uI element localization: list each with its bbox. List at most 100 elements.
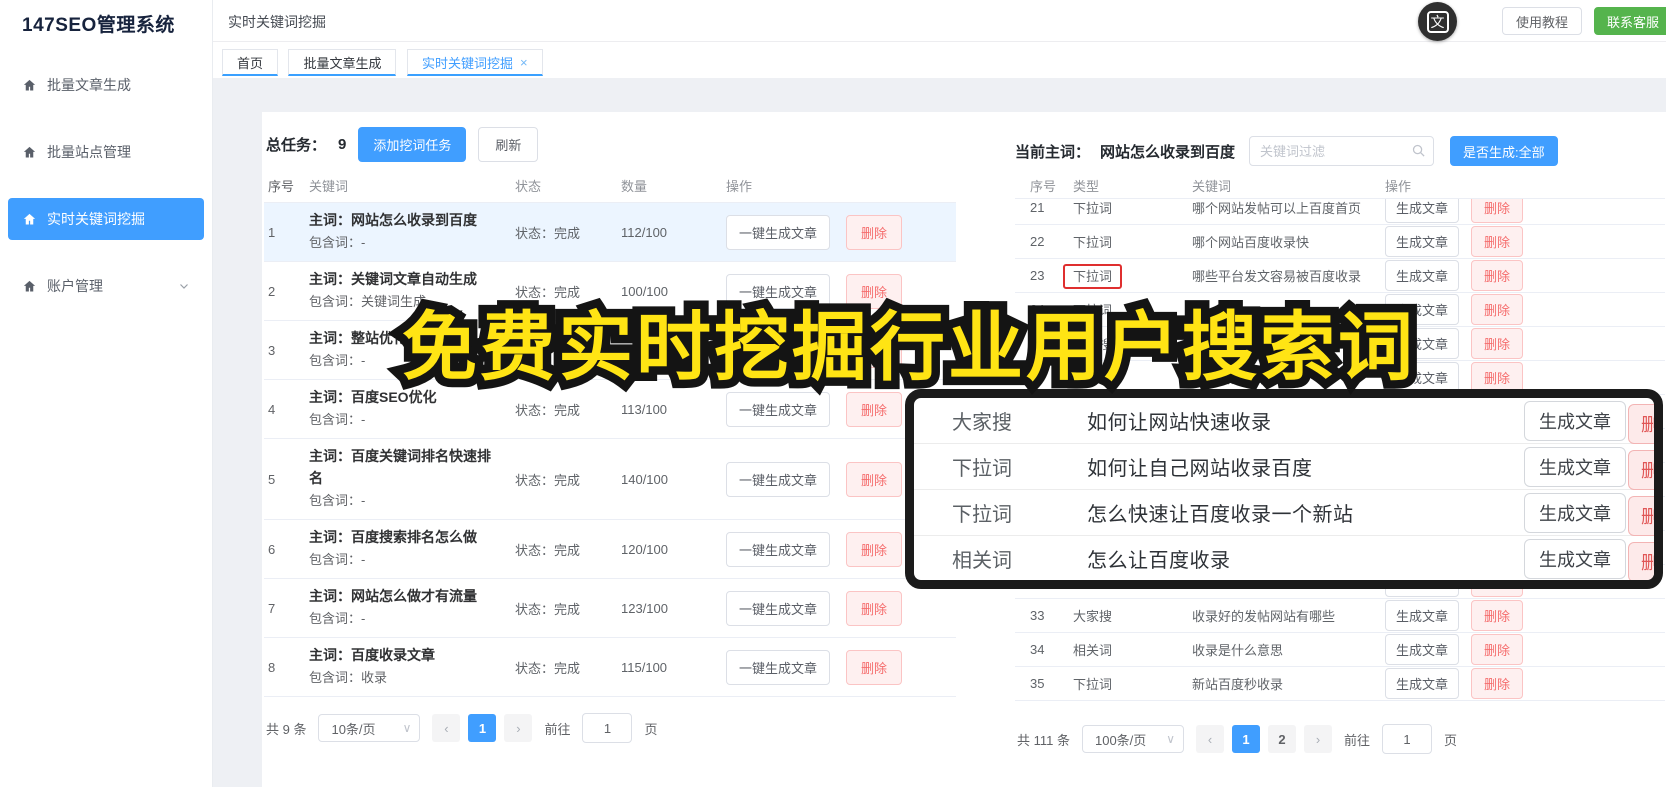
delete-button[interactable]: 删除 (1628, 542, 1654, 580)
sidebar-item-realtime-keyword[interactable]: 实时关键词挖掘 (8, 198, 204, 240)
generate-article-button[interactable]: 生成文章 (1385, 294, 1460, 325)
home-icon (23, 280, 36, 291)
generate-article-button[interactable]: 生成文章 (1524, 492, 1626, 533)
task-actions: 一键生成文章 删除 (726, 649, 956, 685)
delete-button[interactable]: 删除 (1471, 634, 1524, 665)
delete-button[interactable]: 删除 (846, 590, 903, 626)
task-include-words: 包含词：- (309, 412, 366, 427)
delete-button[interactable]: 删除 (846, 649, 903, 685)
add-task-button[interactable]: 添加挖词任务 (358, 126, 467, 162)
generate-articles-button[interactable]: 一键生成文章 (726, 590, 831, 626)
tutorial-button[interactable]: 使用教程 (1502, 7, 1583, 35)
task-row[interactable]: 5 主词：百度关键词排名快速排名 包含词：- 状态：完成 140/100 一键生… (264, 439, 956, 520)
delete-button[interactable]: 删除 (1628, 404, 1654, 444)
delete-button[interactable]: 删除 (846, 461, 903, 497)
prev-page-button[interactable]: ‹ (432, 714, 461, 742)
keyword-type: 相关词 (1073, 643, 1113, 658)
generate-article-button[interactable]: 生成文章 (1524, 400, 1626, 441)
generate-article-button[interactable]: 生成文章 (1385, 260, 1460, 291)
tab-home[interactable]: 首页 (222, 49, 279, 76)
task-row[interactable]: 6 主词：百度搜索排名怎么做 包含词：- 状态：完成 120/100 一键生成文… (264, 520, 956, 579)
tasks-page-size-select[interactable]: 10条/页 ∨ (318, 714, 421, 742)
text-watermark-float-icon[interactable]: 文 (1418, 2, 1457, 41)
keyword-actions: 生成文章 删除 (1385, 199, 1665, 223)
generate-articles-button[interactable]: 一键生成文章 (726, 461, 831, 497)
task-index: 1 (268, 224, 276, 240)
task-main-word: 主词：百度搜索排名怎么做 (309, 529, 477, 545)
keyword-filter-input[interactable] (1249, 136, 1435, 166)
delete-button[interactable]: 删除 (1628, 450, 1654, 490)
delete-button[interactable]: 删除 (846, 531, 903, 567)
task-quantity: 100/100 (621, 283, 668, 299)
magnified-keyword-row: 大家搜 如何让网站快速收录 生成文章 删除 (914, 398, 1654, 444)
keyword-type: 下拉词 (1073, 201, 1113, 216)
delete-button[interactable]: 删除 (1471, 668, 1524, 699)
delete-button[interactable]: 删除 (1471, 328, 1524, 359)
task-main-word: 主词：百度关键词排名快速排名 (309, 448, 491, 486)
generate-article-button[interactable]: 生成文章 (1524, 446, 1626, 487)
tab-batch-article[interactable]: 批量文章生成 (288, 49, 397, 76)
generate-articles-button[interactable]: 一键生成文章 (726, 531, 831, 567)
keyword-row: 22 下拉词 哪个网站百度收录快 生成文章 删除 (1015, 225, 1665, 259)
task-keyword-cell: 主词：整站优化 包含词：- (309, 327, 515, 373)
task-row[interactable]: 2 主词：关键词文章自动生成 包含词：关键词生成 状态：完成 100/100 一… (264, 262, 956, 321)
task-main-word: 主词：网站怎么做才有流量 (309, 588, 477, 604)
task-row[interactable]: 4 主词：百度SEO优化 包含词：- 状态：完成 113/100 一键生成文章 … (264, 380, 956, 439)
keyword-text: 怎么让百度收录 (1087, 550, 1231, 572)
delete-button[interactable]: 删除 (1471, 226, 1524, 257)
generate-article-button[interactable]: 生成文章 (1385, 199, 1460, 223)
generate-articles-button[interactable]: 一键生成文章 (726, 332, 831, 368)
page-number-button[interactable]: 2 (1267, 725, 1296, 753)
sidebar-item-account[interactable]: 账户管理 (8, 265, 204, 307)
page-number-button[interactable]: 1 (468, 714, 497, 742)
delete-button[interactable]: 删除 (1471, 199, 1524, 223)
prev-page-button[interactable]: ‹ (1195, 725, 1224, 753)
delete-button[interactable]: 删除 (1628, 496, 1654, 536)
generate-article-button[interactable]: 生成文章 (1385, 328, 1460, 359)
delete-button[interactable]: 删除 (1471, 600, 1524, 631)
delete-button[interactable]: 删除 (1471, 260, 1524, 291)
refresh-button[interactable]: 刷新 (478, 126, 539, 162)
close-icon[interactable]: × (520, 56, 528, 69)
next-page-button[interactable]: › (1303, 725, 1332, 753)
task-quantity: 112/100 (621, 224, 668, 240)
tab-realtime-keyword[interactable]: 实时关键词挖掘 × (406, 49, 543, 76)
generate-articles-button[interactable]: 一键生成文章 (726, 273, 831, 309)
generate-article-button[interactable]: 生成文章 (1524, 538, 1626, 579)
generate-article-button[interactable]: 生成文章 (1385, 226, 1460, 257)
sidebar-item-batch-site[interactable]: 批量站点管理 (8, 131, 204, 173)
goto-page-input[interactable] (1382, 724, 1432, 754)
delete-button[interactable]: 删除 (846, 332, 903, 368)
task-include-words: 包含词：- (309, 552, 366, 567)
next-page-button[interactable]: › (504, 714, 533, 742)
keyword-text: 哪个网站百度收录快 (1192, 235, 1310, 250)
keyword-actions: 生成文章 删除 (1385, 226, 1665, 257)
goto-page-input[interactable] (582, 713, 633, 743)
task-row[interactable]: 3 主词：整站优化 包含词：- 状态：完成 一键生成文章 删除 (264, 321, 956, 380)
sidebar-item-batch-article[interactable]: 批量文章生成 (8, 64, 204, 106)
generate-articles-button[interactable]: 一键生成文章 (726, 391, 831, 427)
task-row[interactable]: 1 主词：网站怎么收录到百度 包含词：- 状态：完成 112/100 一键生成文… (264, 203, 956, 262)
goto-label: 前往 (1343, 732, 1370, 748)
total-tasks-value: 9 (338, 135, 347, 153)
generate-all-button[interactable]: 是否生成:全部 (1450, 136, 1558, 166)
generate-article-button[interactable]: 生成文章 (1385, 634, 1460, 665)
task-row[interactable]: 7 主词：网站怎么做才有流量 包含词：- 状态：完成 123/100 一键生成文… (264, 579, 956, 638)
delete-button[interactable]: 删除 (846, 391, 903, 427)
keyword-index: 34 (1030, 642, 1045, 657)
generate-article-button[interactable]: 生成文章 (1385, 668, 1460, 699)
generate-article-button[interactable]: 生成文章 (1385, 600, 1460, 631)
tasks-pagination: 共 9 条 10条/页 ∨ ‹ 1 › 前往 页 (264, 713, 956, 743)
keywords-page-size-select[interactable]: 100条/页 ∨ (1081, 725, 1184, 753)
page-number-button[interactable]: 1 (1231, 725, 1260, 753)
generate-articles-button[interactable]: 一键生成文章 (726, 214, 831, 250)
generate-articles-button[interactable]: 一键生成文章 (726, 649, 831, 685)
magnified-keyword-row: 相关词 怎么让百度收录 生成文章 删除 (914, 536, 1654, 580)
keyword-row: 34 相关词 收录是什么意思 生成文章 删除 (1015, 633, 1665, 667)
task-row[interactable]: 8 主词：百度收录文章 包含词：收录 状态：完成 115/100 一键生成文章 … (264, 638, 956, 697)
col-keyword: 关键词 (309, 178, 349, 194)
delete-button[interactable]: 删除 (846, 273, 903, 309)
contact-button[interactable]: 联系客服 (1594, 7, 1666, 35)
delete-button[interactable]: 删除 (846, 214, 903, 250)
delete-button[interactable]: 删除 (1471, 294, 1524, 325)
